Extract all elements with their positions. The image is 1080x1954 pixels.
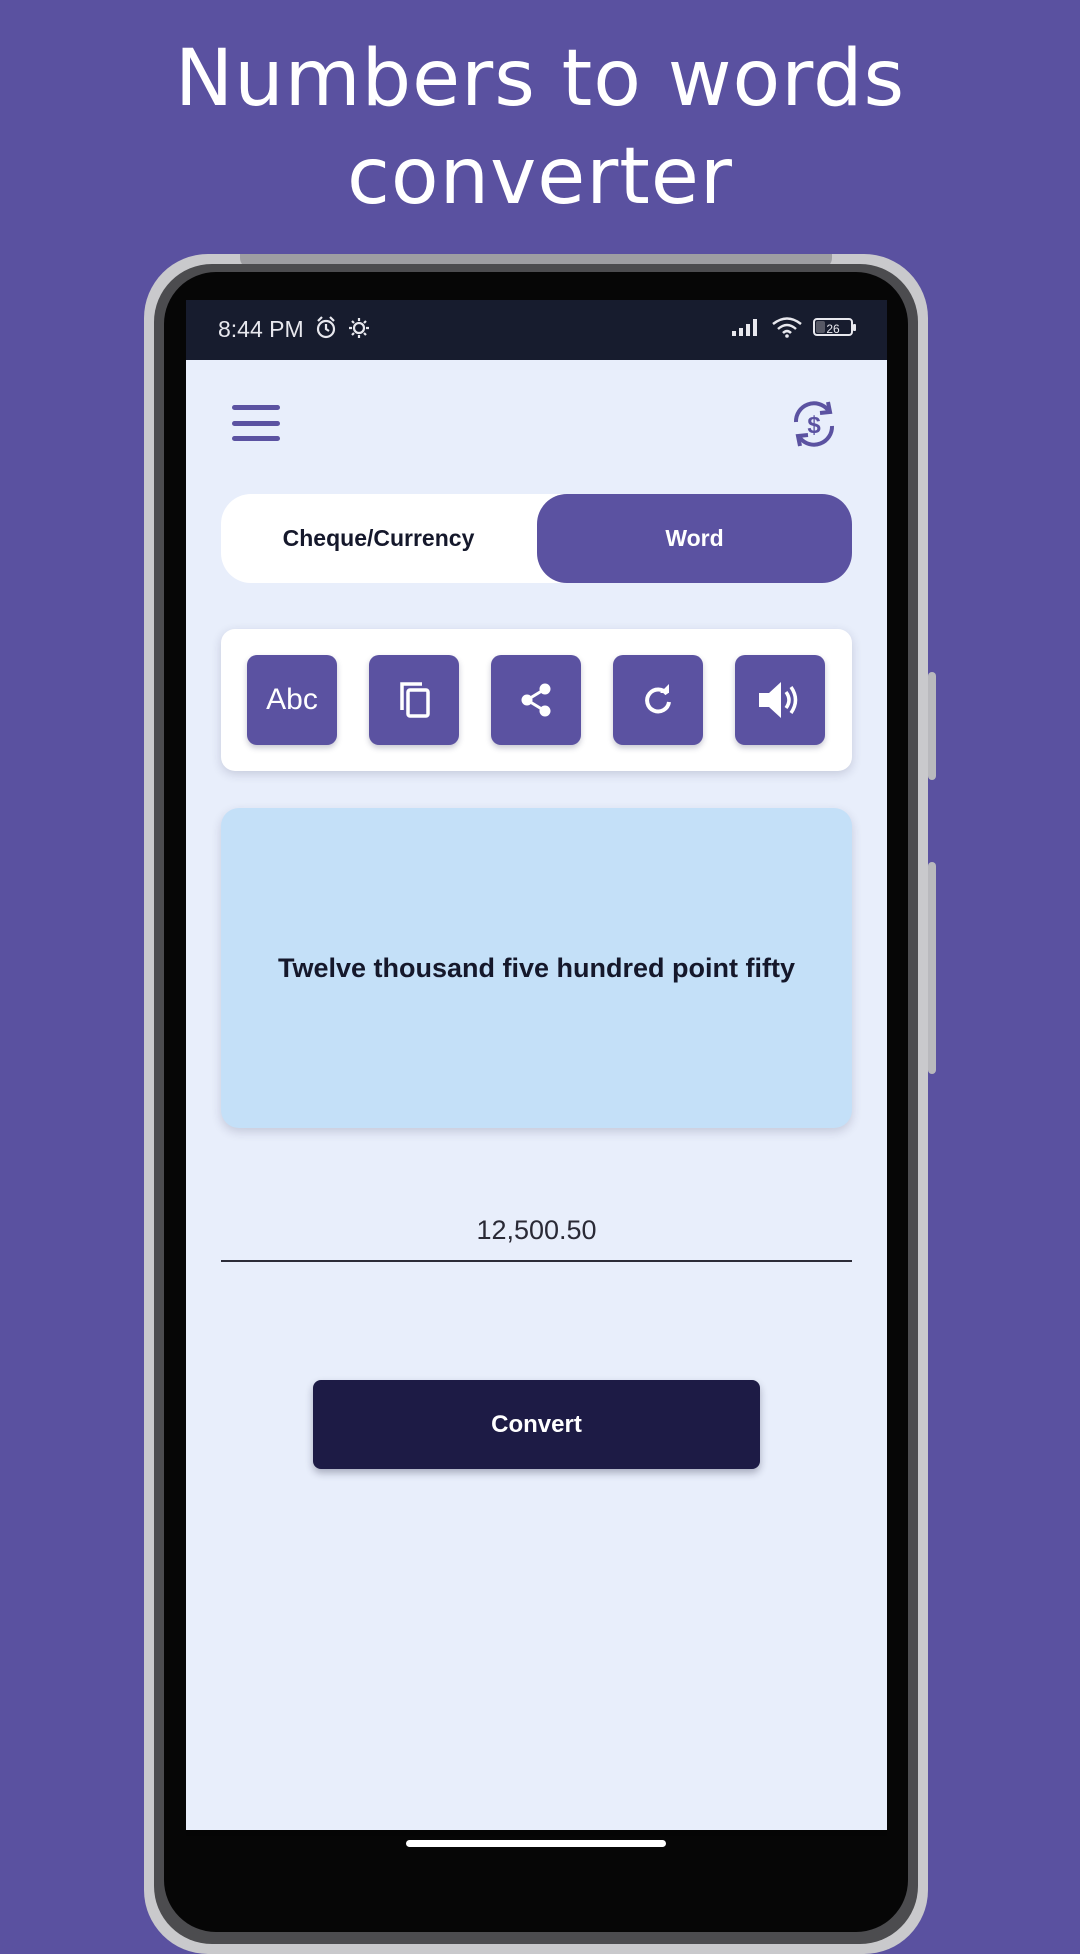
copy-button[interactable] <box>369 655 459 745</box>
battery-level: 26 <box>826 322 840 336</box>
phone-screen: 8:44 PM 26 $ Cheque/Currency Word Abc Tw… <box>186 300 887 1836</box>
result-text: Twelve thousand five hundred point fifty <box>277 952 795 983</box>
refresh-button[interactable] <box>613 655 703 745</box>
wifi-icon <box>772 317 802 338</box>
toggle-word[interactable]: Word <box>537 494 852 583</box>
phone-volume-button <box>928 672 936 780</box>
speaker-icon <box>759 682 798 718</box>
refresh-icon <box>645 684 671 714</box>
hamburger-menu-icon[interactable] <box>232 405 280 441</box>
mode-toggle: Cheque/Currency Word <box>221 494 852 583</box>
copy-icon <box>400 682 430 718</box>
alarm-icon <box>316 316 336 339</box>
home-indicator[interactable] <box>406 1840 666 1847</box>
toolbar-card: Abc <box>221 629 852 771</box>
promo-title-line-1: Numbers to words <box>174 34 906 124</box>
phone-power-button <box>928 862 936 1074</box>
navigation-bar <box>186 1830 887 1836</box>
text-case-label: Abc <box>266 683 318 716</box>
share-icon <box>521 683 551 717</box>
toggle-cheque-currency[interactable]: Cheque/Currency <box>221 494 536 583</box>
speaker-button[interactable] <box>735 655 825 745</box>
settings-cog-icon <box>349 318 369 338</box>
status-time: 8:44 PM <box>218 316 304 342</box>
status-left-icons <box>314 314 378 347</box>
cellular-signal-icon <box>732 319 757 336</box>
convert-button[interactable]: Convert <box>313 1380 760 1469</box>
share-button[interactable] <box>491 655 581 745</box>
currency-exchange-icon[interactable]: $ <box>786 396 842 452</box>
number-input[interactable] <box>221 1200 852 1262</box>
promo-title: Numbers to words converter <box>0 30 1080 226</box>
battery-fill <box>816 321 825 333</box>
promo-title-line-2: converter <box>347 132 733 222</box>
battery-icon: 26 <box>813 318 856 336</box>
text-case-button[interactable]: Abc <box>247 655 337 745</box>
alarm-and-settings-icons <box>316 316 369 339</box>
status-right-icons: 26 <box>731 316 856 338</box>
result-card: Twelve thousand five hundred point fifty <box>221 808 852 1128</box>
svg-text:$: $ <box>807 412 821 439</box>
status-bar: 8:44 PM 26 <box>186 300 887 360</box>
